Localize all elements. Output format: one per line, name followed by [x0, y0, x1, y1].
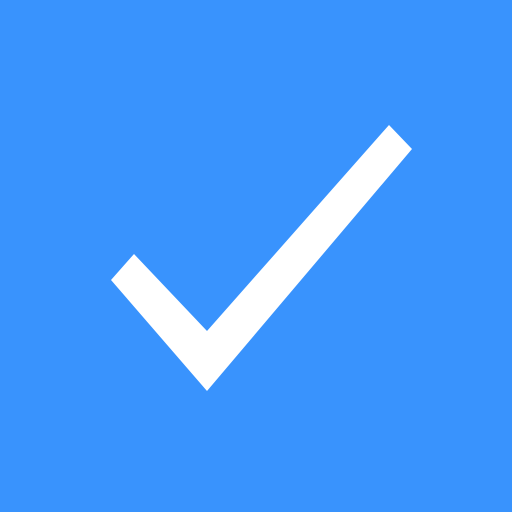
checkmark-icon [111, 125, 412, 391]
app-icon [0, 0, 512, 512]
